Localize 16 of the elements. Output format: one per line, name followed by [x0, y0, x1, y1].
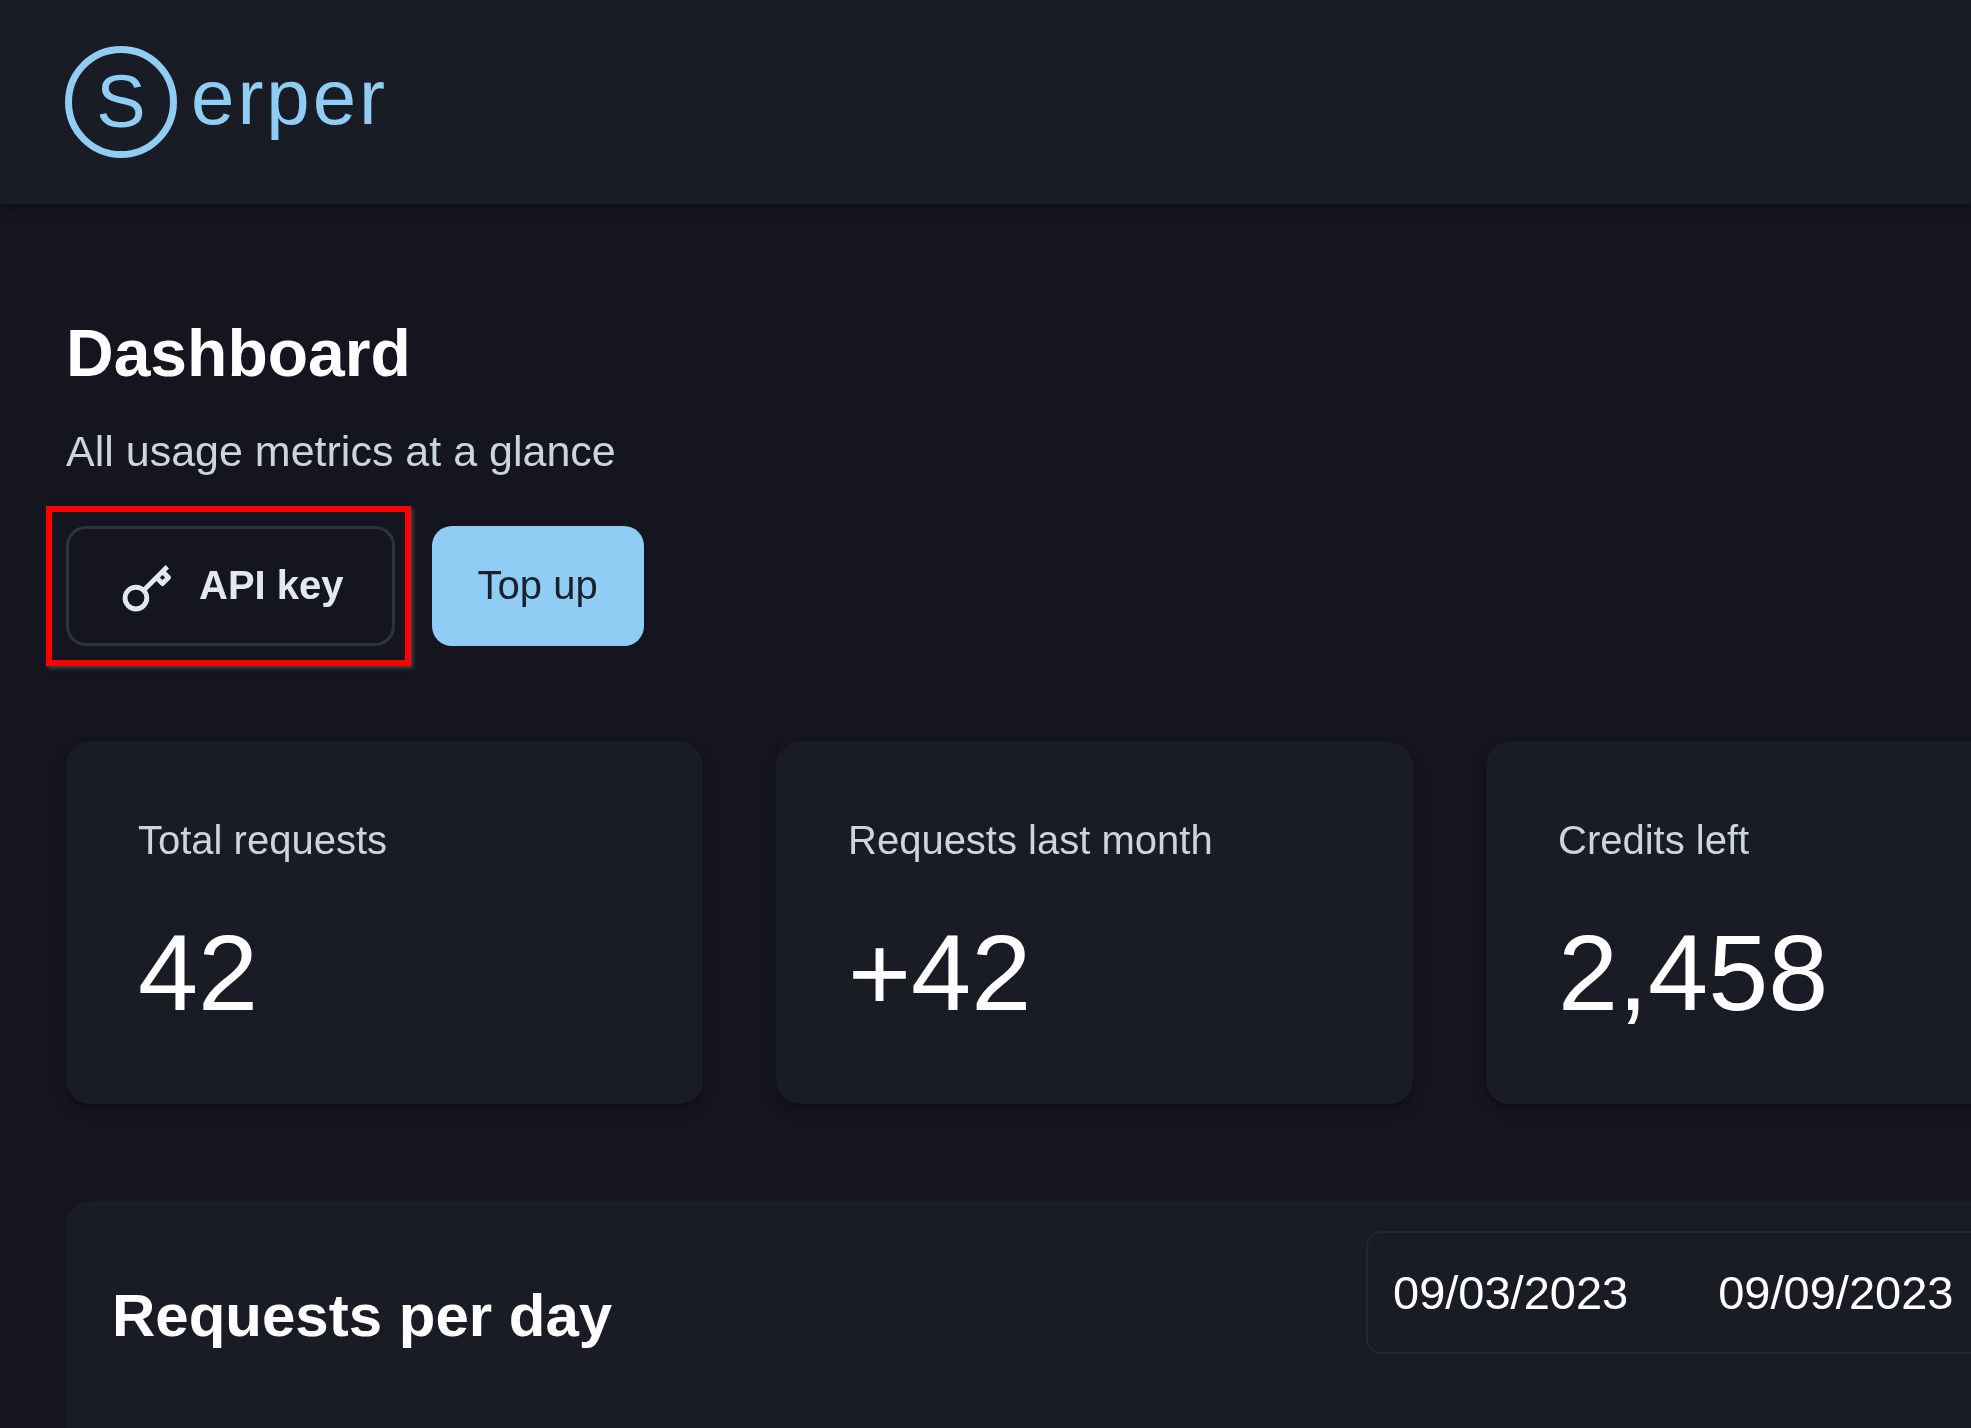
chart-title: Requests per day [112, 1280, 613, 1350]
api-key-button[interactable]: API key [66, 525, 395, 646]
page-title: Dashboard [66, 320, 412, 386]
stat-value: 42 [138, 918, 260, 1027]
start-date[interactable]: 09/03/2023 [1393, 1264, 1629, 1320]
stat-value: +42 [848, 918, 1033, 1027]
logo-text[interactable]: erper [191, 58, 389, 146]
date-range-field[interactable]: 09/03/2023 09/09/2023 [1366, 1230, 1971, 1354]
top-up-button[interactable]: Top up [431, 525, 644, 646]
page-subtitle: All usage metrics at a glance [66, 426, 617, 477]
stat-label: Requests last month [848, 817, 1214, 863]
logo-mark[interactable]: S [65, 46, 177, 158]
stat-label: Total requests [138, 817, 389, 863]
stat-label: Credits left [1558, 817, 1751, 863]
stat-value: 2,458 [1558, 918, 1830, 1027]
end-date[interactable]: 09/09/2023 [1718, 1264, 1954, 1320]
